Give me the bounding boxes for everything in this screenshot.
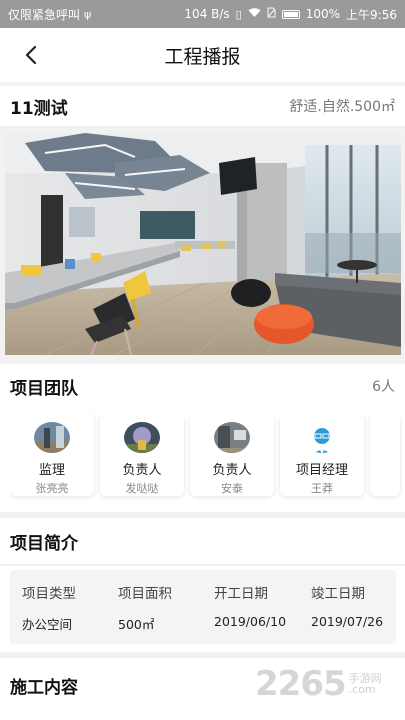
info-value: 2019/07/26 xyxy=(311,613,384,629)
info-label: 项目面积 xyxy=(118,585,172,602)
usb-icon: ψ xyxy=(84,7,92,21)
info-label: 竣工日期 xyxy=(311,585,365,602)
battery-icon xyxy=(281,9,300,19)
team-member-card[interactable]: 监理 张亮亮 xyxy=(10,414,94,496)
carrier-text: 仅限紧急呼叫 xyxy=(8,7,81,22)
construction-title: 施工内容 xyxy=(10,677,78,698)
project-header: 11测试 舒适.自然.500㎡ xyxy=(0,86,405,126)
avatar xyxy=(214,422,250,453)
network-speed: 104 B/s xyxy=(184,7,230,21)
member-role: 负责人 xyxy=(122,463,162,478)
team-header: 项目团队 6人 xyxy=(0,364,405,408)
team-member-card[interactable]: 负责人 发哒哒 xyxy=(100,414,184,496)
team-title: 项目团队 xyxy=(10,378,78,399)
info-value: 500㎡ xyxy=(118,616,155,632)
team-member-card-partial[interactable] xyxy=(370,414,400,496)
watermark-domain: .com xyxy=(348,683,376,696)
clock: 上午9:56 xyxy=(346,7,397,22)
intro-header: 项目简介 xyxy=(0,518,405,564)
member-name: 张亮亮 xyxy=(35,482,69,495)
team-list[interactable]: 监理 张亮亮 负责人 发哒哒 负责人 安泰 项目经理 王莽 xyxy=(10,414,405,502)
battery-text: 100% xyxy=(305,7,341,21)
page-title: 工程播报 xyxy=(164,45,241,68)
info-label: 开工日期 xyxy=(214,585,268,602)
watermark-logo: 2265 手游网 .com xyxy=(255,664,382,704)
nav-bar: 工程播报 xyxy=(0,28,405,82)
info-label: 项目类型 xyxy=(22,585,76,602)
team-member-card[interactable]: 负责人 安泰 xyxy=(190,414,274,496)
avatar xyxy=(304,422,340,453)
status-bar: 仅限紧急呼叫 ψ 104 B/s ▯ 100% 上午9:56 xyxy=(0,0,405,28)
info-value: 2019/06/10 xyxy=(214,613,287,629)
watermark-number: 2265 xyxy=(255,664,347,704)
vibrate-icon: ▯ xyxy=(235,7,242,21)
team-member-card[interactable]: 项目经理 王莽 xyxy=(280,414,364,496)
project-style: 舒适.自然.500㎡ xyxy=(289,99,395,115)
member-name: 安泰 xyxy=(221,482,243,495)
chevron-left-icon xyxy=(25,45,37,65)
member-role: 负责人 xyxy=(212,463,252,478)
project-photo[interactable] xyxy=(5,133,401,355)
intro-title: 项目简介 xyxy=(10,533,78,554)
project-name: 11测试 xyxy=(10,98,68,119)
member-name: 王莽 xyxy=(311,482,333,495)
project-info-table: 项目类型 项目面积 开工日期 竣工日期 办公空间 500㎡ 2019/06/10… xyxy=(10,570,396,644)
member-name: 发哒哒 xyxy=(125,482,159,495)
back-button[interactable] xyxy=(18,42,44,68)
no-sim-icon xyxy=(267,7,276,21)
avatar xyxy=(124,422,160,453)
team-count: 6人 xyxy=(372,379,395,395)
member-role: 监理 xyxy=(38,463,65,478)
wifi-icon xyxy=(248,7,261,21)
info-value: 办公空间 xyxy=(22,616,73,632)
office-interior-image xyxy=(5,133,401,355)
member-role: 项目经理 xyxy=(295,463,348,478)
avatar xyxy=(34,422,70,453)
